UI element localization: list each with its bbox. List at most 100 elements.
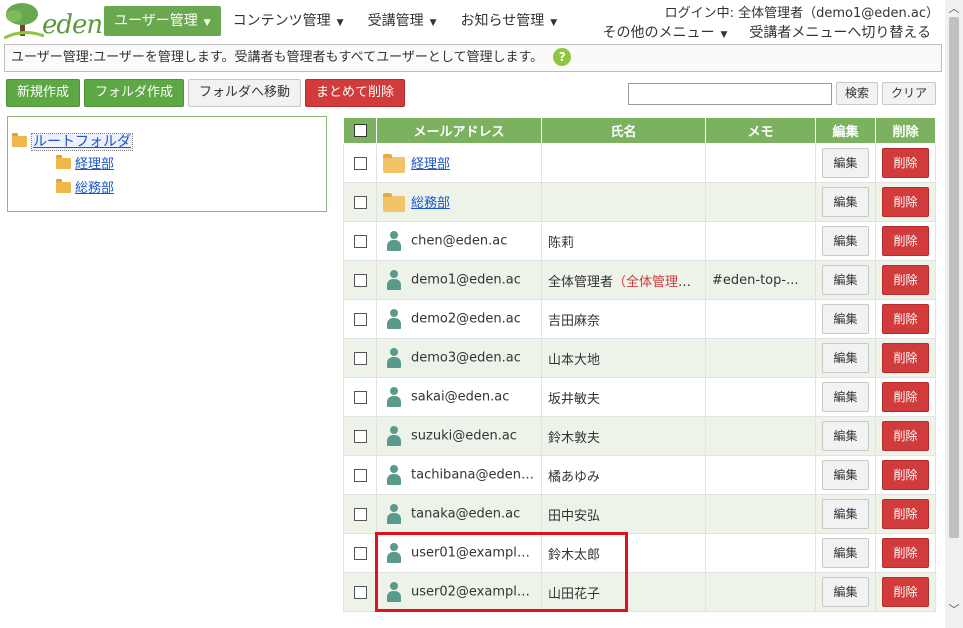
memo-cell xyxy=(705,338,816,378)
table-row[interactable]: demo2@eden.ac 吉田麻奈 編集 削除 xyxy=(343,299,936,339)
delete-button[interactable]: 削除 xyxy=(882,265,929,295)
delete-button[interactable]: 削除 xyxy=(882,148,929,178)
edit-cell: 編集 xyxy=(815,494,876,534)
delete-button[interactable]: 削除 xyxy=(882,382,929,412)
folder-row[interactable]: 総務部 編集 削除 xyxy=(343,182,936,222)
nav-label: コンテンツ管理 xyxy=(232,13,331,29)
row-checkbox[interactable] xyxy=(353,273,367,287)
tree-folder-link[interactable]: 総務部 xyxy=(75,181,114,196)
folder-link[interactable]: 総務部 xyxy=(411,196,450,211)
page-scrollbar[interactable]: ︿ ﹀ xyxy=(945,0,963,628)
delete-button[interactable]: 削除 xyxy=(882,226,929,256)
select-all-checkbox[interactable] xyxy=(353,124,367,137)
user-name: 鈴木太郎 xyxy=(548,547,601,563)
table-row[interactable]: user01@example.com 鈴木太郎 編集削除 xyxy=(343,533,936,573)
select-cell xyxy=(343,143,377,183)
table-row[interactable]: demo3@eden.ac 山本大地 編集 削除 xyxy=(343,338,936,378)
edit-button[interactable]: 編集 xyxy=(822,304,869,334)
row-checkbox[interactable] xyxy=(353,312,367,326)
folder-tree: ルートフォルダ 経理部 総務部 xyxy=(7,116,327,212)
new-button[interactable]: 新規作成 xyxy=(6,79,81,107)
row-checkbox[interactable] xyxy=(353,156,367,170)
column-header-email[interactable]: メールアドレス xyxy=(376,117,542,144)
email-cell: sakai@eden.ac xyxy=(376,377,542,417)
nav-label: お知らせ管理 xyxy=(460,13,545,29)
delete-button[interactable]: 削除 xyxy=(882,421,929,451)
scroll-thumb[interactable] xyxy=(949,17,959,538)
nav-notice-management[interactable]: お知らせ管理 ▼ xyxy=(449,6,570,36)
row-checkbox[interactable] xyxy=(353,195,367,209)
folder-icon xyxy=(56,179,71,193)
delete-button[interactable]: 削除 xyxy=(882,538,929,568)
tree-folder-general-affairs[interactable]: 総務部 xyxy=(56,177,114,196)
edit-button[interactable]: 編集 xyxy=(822,382,869,412)
other-menu[interactable]: その他のメニュー ▼ xyxy=(602,22,727,42)
row-checkbox[interactable] xyxy=(353,507,367,521)
delete-button[interactable]: 削除 xyxy=(882,577,929,607)
nav-label: 受講管理 xyxy=(367,13,424,29)
bulk-delete-button[interactable]: まとめて削除 xyxy=(305,79,406,107)
edit-button[interactable]: 編集 xyxy=(822,226,869,256)
select-cell xyxy=(343,338,377,378)
delete-button[interactable]: 削除 xyxy=(882,304,929,334)
name-cell xyxy=(541,182,706,222)
edit-button[interactable]: 編集 xyxy=(822,460,869,490)
table-row[interactable]: tanaka@eden.ac 田中安弘 編集 削除 xyxy=(343,494,936,534)
table-row[interactable]: chen@eden.ac 陈莉 編集 削除 xyxy=(343,221,936,261)
row-checkbox[interactable] xyxy=(353,546,367,560)
nav-label: ユーザー管理 xyxy=(114,13,198,29)
scroll-up-icon[interactable]: ︿ xyxy=(945,0,963,17)
row-checkbox[interactable] xyxy=(353,468,367,482)
tree-root-link[interactable]: ルートフォルダ xyxy=(31,133,133,151)
edit-button[interactable]: 編集 xyxy=(822,421,869,451)
table-row[interactable]: suzuki@eden.ac 鈴木敦夫 編集 削除 xyxy=(343,416,936,456)
delete-button[interactable]: 削除 xyxy=(882,499,929,529)
table-row[interactable]: demo1@eden.ac 全体管理者（全体管理者） #eden-top-... 編集… xyxy=(343,260,936,300)
nav-user-management[interactable]: ユーザー管理 ▼ xyxy=(104,6,221,36)
delete-cell: 削除 xyxy=(875,260,936,300)
row-checkbox[interactable] xyxy=(353,429,367,443)
folder-link[interactable]: 経理部 xyxy=(411,157,450,172)
edit-button[interactable]: 編集 xyxy=(822,538,869,568)
memo-cell xyxy=(705,299,816,339)
scroll-down-icon[interactable]: ﹀ xyxy=(945,601,963,618)
tree-folder-accounting[interactable]: 経理部 xyxy=(56,153,114,172)
move-to-folder-button[interactable]: フォルダへ移動 xyxy=(188,79,302,107)
delete-button[interactable]: 削除 xyxy=(882,343,929,373)
table-row[interactable]: sakai@eden.ac 坂井敏夫 編集 削除 xyxy=(343,377,936,417)
column-header-memo[interactable]: メモ xyxy=(705,117,816,144)
help-icon[interactable]: ? xyxy=(553,47,572,66)
clear-button[interactable]: クリア xyxy=(881,82,936,105)
tree-root-folder[interactable]: ルートフォルダ xyxy=(12,131,133,151)
delete-button[interactable]: 削除 xyxy=(882,460,929,490)
table-row[interactable]: user02@example.com 山田花子 編集削除 xyxy=(343,572,936,612)
eden-logo[interactable]: eden xyxy=(4,2,103,42)
nav-course-management[interactable]: 受講管理 ▼ xyxy=(356,6,449,36)
search-input[interactable] xyxy=(627,82,832,105)
row-checkbox[interactable] xyxy=(353,390,367,404)
switch-to-student-menu-link[interactable]: 受講者メニューへ切り替える xyxy=(749,22,931,42)
row-checkbox[interactable] xyxy=(353,585,367,599)
edit-button[interactable]: 編集 xyxy=(822,343,869,373)
edit-button[interactable]: 編集 xyxy=(822,577,869,607)
folder-row[interactable]: 経理部 編集 削除 xyxy=(343,143,936,183)
tree-folder-link[interactable]: 経理部 xyxy=(75,157,114,172)
email-text: tanaka@eden.ac xyxy=(411,506,521,522)
edit-button[interactable]: 編集 xyxy=(822,499,869,529)
edit-button[interactable]: 編集 xyxy=(822,148,869,178)
table-row[interactable]: tachibana@eden.ac 橘あゆみ 編集 削除 xyxy=(343,455,936,495)
tree-logo-icon xyxy=(4,3,44,40)
row-checkbox[interactable] xyxy=(353,234,367,248)
user-name: 鈴木敦夫 xyxy=(548,430,601,446)
edit-button[interactable]: 編集 xyxy=(822,187,869,217)
search-button[interactable]: 検索 xyxy=(835,82,878,105)
row-checkbox[interactable] xyxy=(353,351,367,365)
delete-button[interactable]: 削除 xyxy=(882,187,929,217)
create-folder-button[interactable]: フォルダ作成 xyxy=(84,79,185,107)
edit-cell: 編集 xyxy=(815,338,876,378)
edit-button[interactable]: 編集 xyxy=(822,265,869,295)
email-cell: user01@example.com xyxy=(376,533,542,573)
nav-content-management[interactable]: コンテンツ管理 ▼ xyxy=(221,6,356,36)
column-header-name[interactable]: 氏名 xyxy=(541,117,706,144)
folder-icon xyxy=(383,153,405,173)
